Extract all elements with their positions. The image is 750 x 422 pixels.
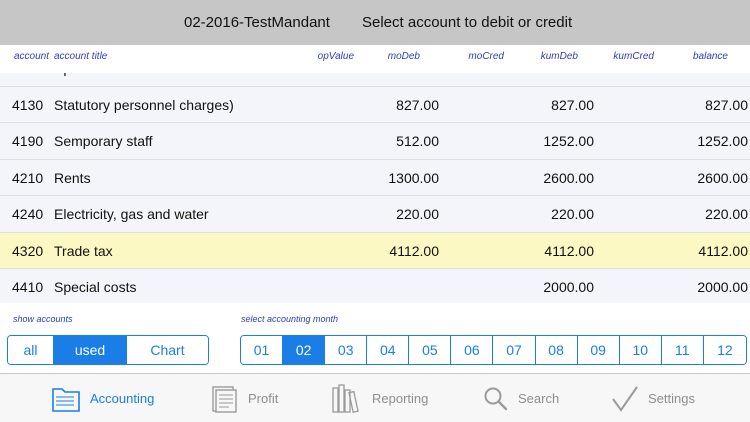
account-number: 4190: [12, 133, 44, 149]
table-row[interactable]: 4130 Statutory personnel charges) 827.00 82…: [0, 86, 750, 123]
account-number: 4410: [12, 279, 44, 295]
kum-deb-value: 220.00: [551, 206, 594, 222]
tab-label: Reporting: [372, 391, 429, 406]
screen-prompt: Select account to debit or credit: [362, 14, 573, 31]
kum-deb-value: 2000.00: [543, 279, 594, 295]
table-row[interactable]: 4125 Spouses' salaries 1044.00 1044.00 1044.…: [0, 73, 750, 87]
month-option-06[interactable]: 06: [451, 336, 494, 364]
col-account-title[interactable]: account title: [54, 51, 107, 62]
show-accounts-label: show accounts: [13, 314, 73, 324]
balance-value: 220.00: [705, 206, 748, 222]
account-title: Special costs: [54, 279, 137, 295]
account-title: Rents: [54, 169, 91, 186]
search-icon: [482, 385, 510, 413]
month-option-07[interactable]: 07: [493, 336, 536, 364]
mo-deb-value: 1044.00: [388, 73, 439, 76]
kum-deb-value: 1044.00: [543, 73, 594, 76]
tab-label: Accounting: [90, 391, 155, 406]
account-number: 4210: [12, 169, 44, 186]
tab-label: Profit: [248, 391, 279, 406]
books-icon: [330, 382, 364, 416]
month-select-control: 01 02 03 04 05 06 07 08 09 10 11 12: [240, 335, 747, 365]
kum-deb-value: 1252.00: [543, 133, 594, 149]
tab-accounting[interactable]: Accounting: [50, 374, 154, 422]
mo-deb-value: 827.00: [396, 96, 439, 113]
checkmark-icon: [610, 384, 640, 414]
col-balance[interactable]: balance: [693, 51, 728, 62]
month-option-08[interactable]: 08: [535, 336, 578, 364]
mo-deb-value: 1300.00: [388, 169, 439, 186]
month-option-10[interactable]: 10: [619, 336, 662, 364]
table-row[interactable]: 4190 Semporary staff 512.00 1252.00 1252.00: [0, 123, 750, 160]
account-title: Electricity, gas and water: [54, 206, 209, 222]
show-accounts-control: all used Chart: [7, 335, 209, 365]
title-bar: 02-2016-TestMandant Select account to de…: [0, 0, 750, 45]
month-option-12[interactable]: 12: [703, 336, 746, 364]
col-kum-deb[interactable]: kumDeb: [541, 51, 578, 62]
kum-deb-value: 827.00: [551, 96, 594, 113]
filter-panel: show accounts all used Chart select accoun…: [0, 303, 750, 373]
accounts-list: 4125 Spouses' salaries 1044.00 1044.00 1044.…: [0, 73, 750, 303]
table-row[interactable]: 4410 Special costs 2000.00 2000.00: [0, 269, 750, 303]
month-select-label: select accounting month: [241, 314, 339, 324]
month-option-01[interactable]: 01: [241, 336, 284, 364]
accounts-table[interactable]: 4125 Spouses' salaries 1044.00 1044.00 1044.…: [0, 73, 750, 303]
kum-deb-value: 2600.00: [543, 169, 594, 186]
month-option-05[interactable]: 05: [409, 336, 452, 364]
account-title: Spouses' salaries: [54, 73, 163, 76]
month-option-09[interactable]: 09: [577, 336, 620, 364]
tab-label: Search: [518, 391, 560, 406]
month-option-04[interactable]: 04: [367, 336, 410, 364]
tab-reporting[interactable]: Reporting: [330, 374, 428, 422]
balance-value: 4112.00: [698, 242, 748, 259]
show-accounts-option-used[interactable]: used: [54, 336, 127, 364]
col-account[interactable]: account: [14, 51, 49, 62]
col-mo-cred[interactable]: moCred: [468, 51, 504, 62]
table-row[interactable]: 4320 Trade tax 4112.00 4112.00 4112.00: [0, 232, 750, 269]
col-op-value[interactable]: opValue: [318, 51, 354, 62]
tab-settings[interactable]: Settings: [610, 374, 695, 422]
account-number: 4130: [12, 96, 44, 113]
account-number: 4320: [12, 242, 44, 259]
balance-value: 1044.00: [697, 73, 748, 76]
account-title: Semporary staff: [54, 133, 153, 149]
balance-value: 827.00: [705, 96, 748, 113]
mo-deb-value: 220.00: [396, 206, 439, 222]
show-accounts-option-all[interactable]: all: [8, 336, 54, 364]
account-title: Trade tax: [54, 242, 113, 259]
table-row[interactable]: 4240 Electricity, gas and water 220.00 220.…: [0, 196, 750, 233]
table-row[interactable]: 4210 Rents 1300.00 2600.00 2600.00: [0, 159, 750, 196]
document-icon: [208, 383, 240, 415]
col-kum-cred[interactable]: kumCred: [613, 51, 654, 62]
mo-deb-value: 512.00: [396, 133, 439, 149]
tab-bar: Accounting Profit Reporting Search Settings: [0, 373, 750, 422]
month-option-02[interactable]: 02: [283, 336, 326, 364]
mandant-name: 02-2016-TestMandant: [184, 14, 330, 31]
folder-icon: [50, 383, 82, 415]
tab-label: Settings: [648, 391, 695, 406]
mo-deb-value: 4112.00: [389, 242, 439, 259]
balance-value: 2000.00: [697, 279, 748, 295]
tab-profit[interactable]: Profit: [208, 374, 278, 422]
account-title: Statutory personnel charges): [54, 96, 234, 113]
balance-value: 1252.00: [697, 133, 748, 149]
kum-deb-value: 4112.00: [544, 242, 594, 259]
month-option-11[interactable]: 11: [661, 336, 704, 364]
account-number: 4125: [12, 73, 43, 76]
tab-search[interactable]: Search: [482, 374, 559, 422]
account-number: 4240: [12, 206, 44, 222]
col-mo-deb[interactable]: moDeb: [388, 51, 420, 62]
column-header: account account title opValue moDeb moCr…: [0, 45, 750, 73]
show-accounts-option-chart[interactable]: Chart: [127, 336, 208, 364]
balance-value: 2600.00: [697, 169, 748, 186]
month-option-03[interactable]: 03: [325, 336, 368, 364]
